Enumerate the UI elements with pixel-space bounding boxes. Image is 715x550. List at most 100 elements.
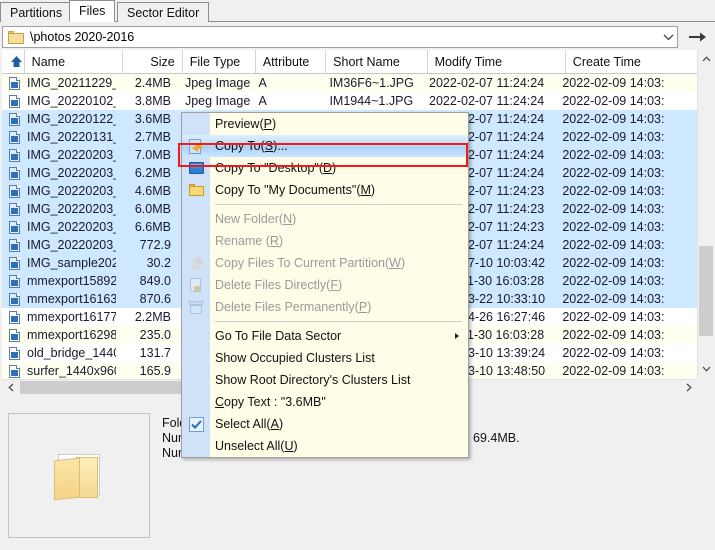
menu-item-go-to-file-data-sector[interactable]: Go To File Data Sector: [182, 325, 468, 347]
cell-name: mmexport158928256...: [26, 274, 116, 288]
cell-create: 2022-02-09 14:03:: [555, 130, 697, 144]
menu-item-icon: [182, 208, 210, 230]
menu-item-copy-files-to-current-partition-w: Copy Files To Current Partition(W): [182, 252, 468, 274]
cell-size: 6.0MB: [116, 202, 178, 216]
cell-size: 4.6MB: [116, 184, 178, 198]
cell-size: 2.2MB: [116, 310, 178, 324]
cell-create: 2022-02-09 14:03:: [555, 256, 697, 270]
column-header-file-type[interactable]: File Type: [183, 50, 256, 73]
cell-create: 2022-02-09 14:03:: [555, 346, 697, 360]
menu-item-unselect-all-u[interactable]: Unselect All(U): [182, 435, 468, 457]
file-icon: [2, 221, 26, 234]
chevron-right-icon[interactable]: [680, 380, 697, 395]
menu-item-copy-to-my-documents-m[interactable]: Copy To "My Documents"(M): [182, 179, 468, 201]
menu-item-icon: [182, 347, 210, 369]
column-header-size[interactable]: Size: [123, 50, 183, 73]
menu-item-label: Copy To "My Documents"(M): [210, 183, 375, 197]
cell-name: IMG_20220203_10534...: [26, 148, 116, 162]
cell-name: IMG_20220203_19064...: [26, 238, 116, 252]
folder-icon: [189, 184, 204, 196]
path-input[interactable]: \photos 2020-2016: [2, 26, 678, 48]
menu-item-show-root-directory-s-clusters-list[interactable]: Show Root Directory's Clusters List: [182, 369, 468, 391]
column-header-create-time[interactable]: Create Time: [566, 50, 713, 73]
go-button[interactable]: [680, 26, 713, 48]
cell-mod: 2022-02-07 11:24:24: [422, 76, 555, 90]
cell-create: 2022-02-09 14:03:: [555, 76, 697, 90]
cell-name: IMG_20220131_11481...: [26, 130, 116, 144]
column-header-modify-time[interactable]: Modify Time: [428, 50, 566, 73]
menu-separator: [182, 318, 468, 325]
chevron-left-icon[interactable]: [2, 380, 19, 395]
cell-name: IMG_sample2020.CR3: [26, 256, 116, 270]
detail-size-text: 69.4MB.: [473, 431, 520, 445]
cell-create: 2022-02-09 14:03:: [555, 148, 697, 162]
cell-short: IM36F6~1.JPG: [322, 76, 422, 90]
tab-partitions[interactable]: Partitions: [0, 2, 72, 22]
menu-item-label: Copy Text : "3.6MB": [210, 395, 326, 409]
folder-with-documents-icon: [52, 452, 106, 500]
column-label: Size: [150, 55, 174, 69]
cell-size: 849.0: [116, 274, 178, 288]
cell-size: 6.6MB: [116, 220, 178, 234]
cell-type: Jpeg Image: [178, 94, 252, 108]
menu-item-show-occupied-clusters-list[interactable]: Show Occupied Clusters List: [182, 347, 468, 369]
menu-item-icon: [182, 179, 210, 201]
menu-item-delete-files-directly-f: Delete Files Directly(F): [182, 274, 468, 296]
sort-ascending-icon[interactable]: [2, 50, 25, 73]
column-label: Short Name: [333, 55, 400, 69]
menu-item-copy-to-desktop-d[interactable]: Copy To "Desktop"(D): [182, 157, 468, 179]
menu-item-select-all-a[interactable]: Select All(A): [182, 413, 468, 435]
menu-item-label: Preview(P): [210, 117, 276, 131]
cell-attr: A: [251, 94, 322, 108]
file-icon: [2, 257, 26, 270]
file-icon: [2, 167, 26, 180]
menu-item-icon: [182, 113, 210, 135]
file-icon: [2, 113, 26, 126]
table-row[interactable]: IMG_20220102_11484...3.8MBJpeg ImageAIM1…: [2, 92, 697, 110]
column-header-attribute[interactable]: Attribute: [256, 50, 326, 73]
menu-item-preview-p[interactable]: Preview(P): [182, 113, 468, 135]
column-header-row: Name Size File Type Attribute Short Name…: [2, 50, 713, 74]
vertical-scrollbar-thumb[interactable]: [699, 246, 713, 336]
menu-item-label: Go To File Data Sector: [210, 329, 341, 343]
menu-item-icon: [182, 369, 210, 391]
file-icon: [2, 95, 26, 108]
thumbnail-box: [8, 413, 150, 538]
submenu-arrow-icon: [455, 333, 459, 339]
context-menu[interactable]: Preview(P) Copy To(S)...Copy To "Desktop"…: [181, 112, 469, 458]
tab-files[interactable]: Files: [69, 0, 115, 22]
tab-strip: Partitions Files Sector Editor: [0, 0, 715, 22]
menu-item-label: Delete Files Permanently(P): [210, 300, 371, 314]
cell-create: 2022-02-09 14:03:: [555, 112, 697, 126]
file-icon: [2, 347, 26, 360]
menu-item-copy-to-s[interactable]: Copy To(S)...: [182, 135, 468, 157]
menu-item-copy-text-3-6mb[interactable]: Copy Text : "3.6MB": [182, 391, 468, 413]
cell-size: 772.9: [116, 238, 178, 252]
cell-create: 2022-02-09 14:03:: [555, 166, 697, 180]
file-icon: [2, 311, 26, 324]
cell-name: IMG_20211229_20474...: [26, 76, 116, 90]
column-header-name[interactable]: Name: [25, 50, 123, 73]
table-row[interactable]: IMG_20211229_20474...2.4MBJpeg ImageAIM3…: [2, 74, 697, 92]
column-header-short-name[interactable]: Short Name: [326, 50, 427, 73]
file-icon: [2, 239, 26, 252]
cell-name: IMG_20220203_11005...: [26, 166, 116, 180]
cell-create: 2022-02-09 14:03:: [555, 274, 697, 288]
cell-name: surfer_1440x960.heic: [26, 364, 116, 378]
file-icon: [2, 365, 26, 378]
copy-to-icon: [189, 139, 204, 154]
tab-sector-editor[interactable]: Sector Editor: [117, 2, 209, 22]
vertical-scrollbar[interactable]: [697, 50, 713, 395]
cell-size: 2.4MB: [116, 76, 178, 90]
pie-chart-icon: [190, 257, 203, 270]
cell-name: IMG_20220203_12240...: [26, 220, 116, 234]
chevron-up-icon[interactable]: [698, 50, 714, 67]
chevron-down-icon[interactable]: [698, 360, 714, 377]
menu-item-delete-files-permanently-p: Delete Files Permanently(P): [182, 296, 468, 318]
menu-item-new-folder-n: New Folder(N): [182, 208, 468, 230]
tab-label: Partitions: [10, 6, 62, 20]
desktop-icon: [189, 162, 204, 174]
cell-name: IMG_20220102_11484...: [26, 94, 116, 108]
chevron-down-icon[interactable]: [659, 27, 677, 47]
path-text: \photos 2020-2016: [30, 30, 659, 44]
